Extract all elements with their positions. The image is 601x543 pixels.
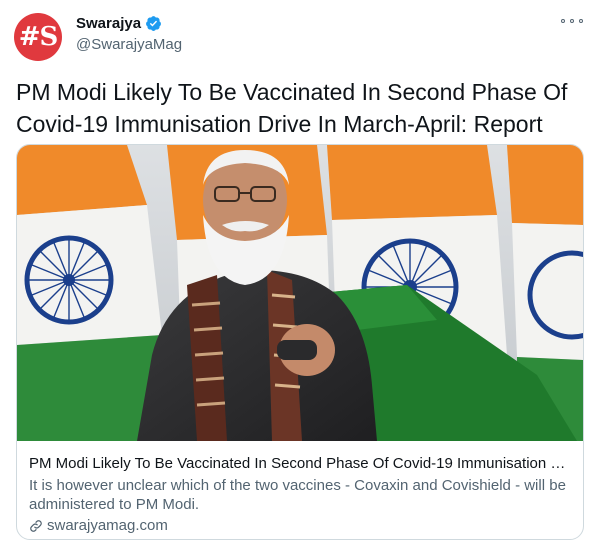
display-name[interactable]: Swarajya bbox=[76, 15, 141, 32]
author-name-row[interactable]: Swarajya bbox=[76, 15, 162, 32]
card-description: It is however unclear which of the two v… bbox=[29, 477, 566, 513]
more-icon[interactable] bbox=[561, 14, 583, 28]
avatar[interactable]: #S bbox=[14, 13, 62, 61]
card-image[interactable] bbox=[17, 145, 583, 441]
link-card[interactable]: PM Modi Likely To Be Vaccinated In Secon… bbox=[16, 144, 584, 540]
tweet-text: PM Modi Likely To Be Vaccinated In Secon… bbox=[16, 79, 568, 137]
card-image-photo bbox=[17, 145, 583, 441]
link-icon bbox=[30, 519, 42, 532]
author-handle[interactable]: @SwarajyaMag bbox=[76, 36, 182, 53]
avatar-text: #S bbox=[18, 22, 59, 52]
card-domain-link[interactable]: swarajyamag.com bbox=[29, 517, 168, 534]
card-title[interactable]: PM Modi Likely To Be Vaccinated In Secon… bbox=[29, 455, 574, 472]
card-domain[interactable]: swarajyamag.com bbox=[47, 517, 168, 534]
verified-badge-icon bbox=[146, 16, 161, 31]
